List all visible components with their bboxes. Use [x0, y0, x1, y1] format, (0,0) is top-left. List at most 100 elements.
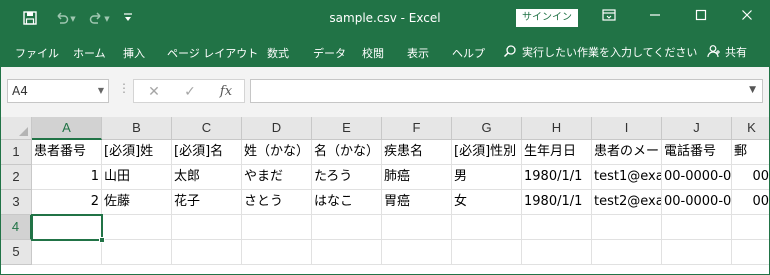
cell-b4[interactable] — [102, 215, 172, 240]
save-icon[interactable] — [21, 10, 39, 28]
tab-page-layout[interactable]: ページ レイアウト — [167, 45, 258, 61]
cell-g2[interactable]: 男 — [452, 165, 522, 190]
cell-j3[interactable]: 00-0000-0 — [662, 190, 732, 215]
tab-home[interactable]: ホーム — [73, 45, 106, 61]
cell-h5[interactable] — [522, 240, 592, 265]
cell-b1[interactable]: [必須]姓 — [102, 140, 172, 165]
cell-d4[interactable] — [242, 215, 312, 240]
cell-b2[interactable]: 山田 — [102, 165, 172, 190]
column-header-i[interactable]: I — [592, 117, 662, 140]
cancel-icon[interactable]: ✕ — [144, 82, 164, 102]
cell-c5[interactable] — [172, 240, 242, 265]
column-header-a[interactable]: A — [32, 117, 102, 140]
cell-h1[interactable]: 生年月日 — [522, 140, 592, 165]
cell-k2[interactable]: 00 — [732, 165, 769, 190]
tab-view[interactable]: 表示 — [407, 45, 429, 61]
expand-formula-bar-icon[interactable]: ▼ — [749, 85, 756, 95]
cell-c4[interactable] — [172, 215, 242, 240]
tab-insert[interactable]: 挿入 — [123, 45, 145, 61]
cell-a3[interactable]: 2 — [32, 190, 102, 215]
insert-function-icon[interactable]: fx — [216, 82, 236, 102]
cell-a2[interactable]: 1 — [32, 165, 102, 190]
select-all-button[interactable] — [1, 117, 32, 140]
cell-g1[interactable]: [必須]性別 — [452, 140, 522, 165]
cell-e1[interactable]: 名（かな） — [312, 140, 382, 165]
cell-k4[interactable] — [732, 215, 769, 240]
cell-g5[interactable] — [452, 240, 522, 265]
cell-f4[interactable] — [382, 215, 452, 240]
cell-i2[interactable]: test1@exa — [592, 165, 662, 190]
tab-formulas[interactable]: 数式 — [267, 45, 289, 61]
cell-j4[interactable] — [662, 215, 732, 240]
share-button[interactable]: 共有 — [707, 43, 747, 61]
column-header-f[interactable]: F — [382, 117, 452, 140]
cell-h3[interactable]: 1980/1/1 — [522, 190, 592, 215]
cell-a1[interactable]: 患者番号 — [32, 140, 102, 165]
cell-a5[interactable] — [32, 240, 102, 265]
column-header-c[interactable]: C — [172, 117, 242, 140]
tell-me-search[interactable]: 実行したい作業を入力してください — [503, 43, 697, 61]
minimize-icon[interactable] — [635, 5, 675, 31]
formula-input[interactable]: ▼ — [250, 79, 763, 103]
cell-f2[interactable]: 肺癌 — [382, 165, 452, 190]
row-header-3[interactable]: 3 — [1, 190, 32, 215]
column-header-b[interactable]: B — [102, 117, 172, 140]
redo-dropdown-icon[interactable]: ▼ — [102, 10, 112, 28]
cell-b3[interactable]: 佐藤 — [102, 190, 172, 215]
cell-c3[interactable]: 花子 — [172, 190, 242, 215]
column-header-k[interactable]: K — [732, 117, 769, 140]
cell-d2[interactable]: やまだ — [242, 165, 312, 190]
cell-i5[interactable] — [592, 240, 662, 265]
row-header-1[interactable]: 1 — [1, 140, 32, 165]
cell-k1[interactable]: 郵 — [732, 140, 769, 165]
cell-a4[interactable] — [32, 215, 102, 240]
column-header-d[interactable]: D — [242, 117, 312, 140]
cell-j2[interactable]: 00-0000-0 — [662, 165, 732, 190]
column-header-g[interactable]: G — [452, 117, 522, 140]
cell-f1[interactable]: 疾患名 — [382, 140, 452, 165]
cell-c2[interactable]: 太郎 — [172, 165, 242, 190]
maximize-icon[interactable] — [681, 5, 721, 31]
cell-e3[interactable]: はなこ — [312, 190, 382, 215]
undo-dropdown-icon[interactable]: ▼ — [68, 10, 78, 28]
cell-j1[interactable]: 電話番号 — [662, 140, 732, 165]
column-header-h[interactable]: H — [522, 117, 592, 140]
cell-k3[interactable]: 00 — [732, 190, 769, 215]
tab-help[interactable]: ヘルプ — [452, 45, 485, 61]
cell-h4[interactable] — [522, 215, 592, 240]
tab-review[interactable]: 校閲 — [362, 45, 384, 61]
cell-b5[interactable] — [102, 240, 172, 265]
row-header-4[interactable]: 4 — [1, 215, 32, 240]
cell-e2[interactable]: たろう — [312, 165, 382, 190]
column-header-e[interactable]: E — [312, 117, 382, 140]
worksheet-grid[interactable]: A B C D E F G H I J K 1 患者番号 [必須]姓 [必須]名 姓（かな） 名（かな） 疾患名[… — [1, 117, 769, 274]
cell-i3[interactable]: test2@exa — [592, 190, 662, 215]
row-header-5[interactable]: 5 — [1, 240, 32, 265]
cell-g4[interactable] — [452, 215, 522, 240]
formula-bar-resize-handle[interactable]: ⋮ — [118, 81, 130, 95]
customize-qat-icon[interactable] — [121, 10, 135, 28]
cell-i1[interactable]: 患者のメー — [592, 140, 662, 165]
cell-h2[interactable]: 1980/1/1 — [522, 165, 592, 190]
sign-in-button[interactable]: サインイン — [516, 9, 578, 27]
name-box-dropdown-icon[interactable]: ▼ — [98, 80, 104, 102]
column-header-j[interactable]: J — [662, 117, 732, 140]
cell-i4[interactable] — [592, 215, 662, 240]
cell-g3[interactable]: 女 — [452, 190, 522, 215]
name-box[interactable]: A4 ▼ — [7, 79, 109, 103]
tab-file[interactable]: ファイル — [15, 45, 59, 61]
cell-c1[interactable]: [必須]名 — [172, 140, 242, 165]
ribbon-display-options-icon[interactable] — [589, 5, 629, 31]
enter-icon[interactable]: ✓ — [180, 82, 200, 102]
cell-d3[interactable]: さとう — [242, 190, 312, 215]
cell-d5[interactable] — [242, 240, 312, 265]
cell-e4[interactable] — [312, 215, 382, 240]
row-header-2[interactable]: 2 — [1, 165, 32, 190]
cell-f5[interactable] — [382, 240, 452, 265]
cell-d1[interactable]: 姓（かな） — [242, 140, 312, 165]
cell-e5[interactable] — [312, 240, 382, 265]
cell-f3[interactable]: 胃癌 — [382, 190, 452, 215]
close-icon[interactable] — [727, 5, 767, 31]
cell-j5[interactable] — [662, 240, 732, 265]
cell-k5[interactable] — [732, 240, 769, 265]
